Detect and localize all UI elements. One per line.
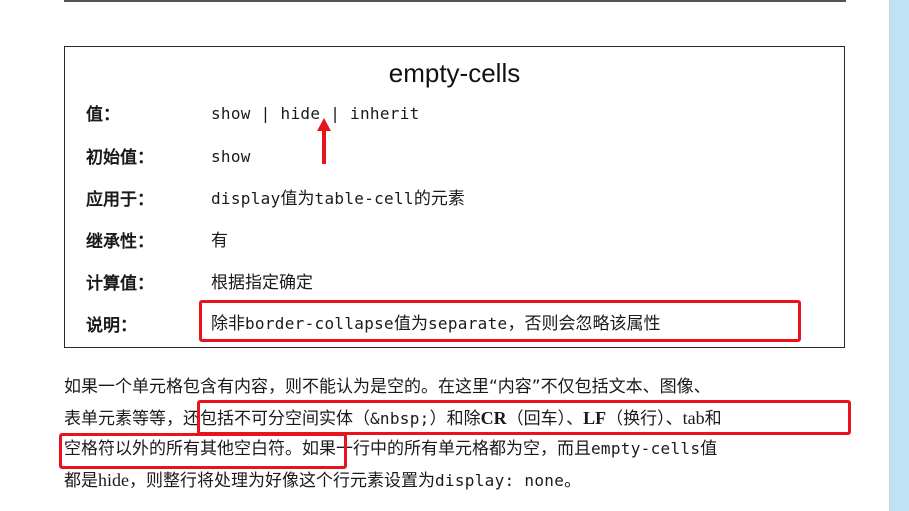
label-computed: 计算值： — [86, 274, 154, 294]
code-empty-cells: empty-cells — [591, 439, 701, 458]
annotation-note-box — [199, 300, 801, 342]
annotation-paragraph-box-1 — [197, 400, 851, 435]
top-rule — [64, 0, 846, 2]
code-table-cell: table-cell — [314, 189, 414, 208]
paragraph-line-1: 如果一个单元格包含有内容，则不能认为是空的。在这里“内容”不仅包括文本、图像、 — [64, 377, 711, 397]
value-computed: 根据指定确定 — [211, 273, 313, 293]
code-display: display — [211, 189, 281, 208]
annotation-arrow-icon — [317, 118, 331, 164]
value-initial: show — [211, 147, 251, 166]
label-inherited: 继承性： — [86, 232, 154, 252]
label-note: 说明： — [86, 316, 137, 336]
label-initial: 初始值： — [86, 148, 154, 168]
label-value: 值： — [86, 105, 120, 125]
annotation-paragraph-box-2 — [59, 433, 347, 469]
paragraph-line-4: 都是hide，则整行将处理为好像这个行元素设置为display: none。 — [64, 470, 582, 491]
code-display-none: display: none — [435, 471, 565, 490]
property-title: empty-cells — [388, 58, 521, 88]
window-side-strip — [890, 0, 909, 511]
value-inherited: 有 — [211, 231, 228, 251]
value-applies-to: display值为table-cell的元素 — [211, 189, 465, 209]
label-applies-to: 应用于： — [86, 190, 154, 210]
